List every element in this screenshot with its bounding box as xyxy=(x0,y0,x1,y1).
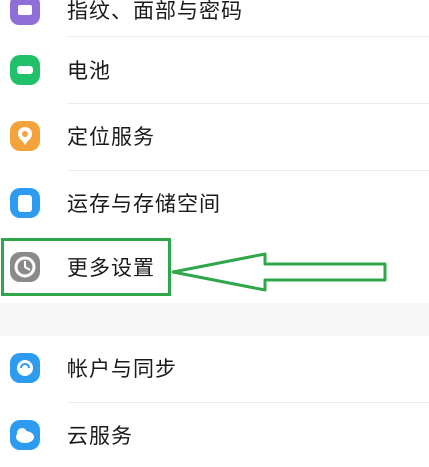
settings-item-label: 帐户与同步 xyxy=(67,357,177,381)
highlight-box xyxy=(1,238,171,296)
settings-item-battery[interactable]: 电池 xyxy=(0,38,429,102)
settings-item-account-sync[interactable]: 帐户与同步 xyxy=(0,336,429,400)
location-pin-icon xyxy=(8,119,42,153)
settings-item-label: 云服务 xyxy=(67,424,133,448)
annotation-arrow xyxy=(171,252,387,292)
settings-item-cloud-service[interactable]: 云服务 xyxy=(0,403,429,467)
settings-item-label: 定位服务 xyxy=(67,125,155,149)
settings-item-label: 指纹、面部与密码 xyxy=(67,0,243,23)
cloud-service-icon xyxy=(8,418,42,452)
account-sync-icon xyxy=(8,351,42,385)
battery-icon xyxy=(8,53,42,87)
settings-item-label: 运存与存储空间 xyxy=(67,192,221,216)
settings-item-location[interactable]: 定位服务 xyxy=(0,104,429,168)
settings-item-storage[interactable]: 运存与存储空间 xyxy=(0,171,429,235)
divider xyxy=(67,36,429,37)
fingerprint-lock-icon xyxy=(8,0,42,27)
storage-icon xyxy=(8,186,42,220)
settings-item-label: 电池 xyxy=(67,59,111,83)
